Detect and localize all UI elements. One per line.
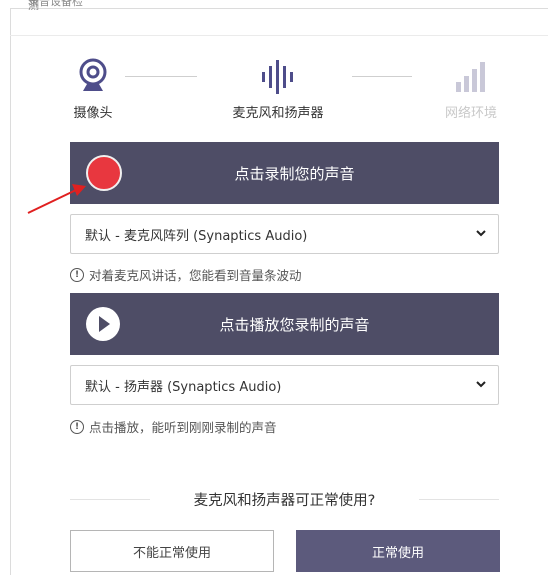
- header-divider: [10, 35, 548, 36]
- microphone-select[interactable]: 默认 - 麦克风阵列 (Synaptics Audio): [70, 214, 499, 254]
- step-label-network: 网络环境: [444, 106, 497, 121]
- microphone-hint: ! 对着麦克风讲话，您能看到音量条波动: [70, 265, 302, 284]
- speaker-hint: ! 点击播放，能听到刚刚录制的声音: [70, 417, 277, 436]
- info-icon: !: [70, 267, 84, 282]
- soundwave-icon: [262, 60, 293, 94]
- question-row: 麦克风和扬声器可正常使用?: [70, 488, 499, 510]
- step-camera: 摄像头: [68, 58, 118, 121]
- chevron-down-icon: [476, 230, 486, 237]
- info-icon: !: [70, 419, 84, 434]
- speaker-selected-value: 默认 - 扬声器 (Synaptics Audio): [85, 379, 282, 395]
- signal-bars-icon: [456, 62, 485, 92]
- step-label-mic-speaker: 麦克风和扬声器: [232, 106, 324, 121]
- microphone-selected-value: 默认 - 麦克风阵列 (Synaptics Audio): [85, 228, 308, 244]
- divider: [419, 499, 499, 500]
- speaker-hint-text: 点击播放，能听到刚刚录制的声音: [89, 420, 277, 435]
- chevron-down-icon: [476, 381, 486, 388]
- dialog-title-fragment: 录音设备检测: [28, 0, 83, 10]
- step-connector: [352, 76, 412, 77]
- step-network: 网络环境: [438, 58, 504, 121]
- speaker-select[interactable]: 默认 - 扬声器 (Synaptics Audio): [70, 365, 499, 405]
- step-connector: [125, 76, 197, 77]
- working-button[interactable]: 正常使用: [296, 530, 500, 572]
- playback-bar[interactable]: 点击播放您录制的声音: [70, 293, 499, 355]
- step-label-camera: 摄像头: [73, 106, 113, 121]
- record-label: 点击录制您的声音: [234, 164, 355, 183]
- microphone-hint-text: 对着麦克风讲话，您能看到音量条波动: [89, 268, 302, 283]
- not-working-button[interactable]: 不能正常使用: [70, 530, 274, 572]
- playback-label: 点击播放您录制的声音: [219, 315, 370, 334]
- step-mic-speaker: 麦克风和扬声器: [218, 58, 338, 121]
- webcam-icon: [79, 58, 107, 91]
- record-bar[interactable]: 点击录制您的声音: [70, 142, 499, 204]
